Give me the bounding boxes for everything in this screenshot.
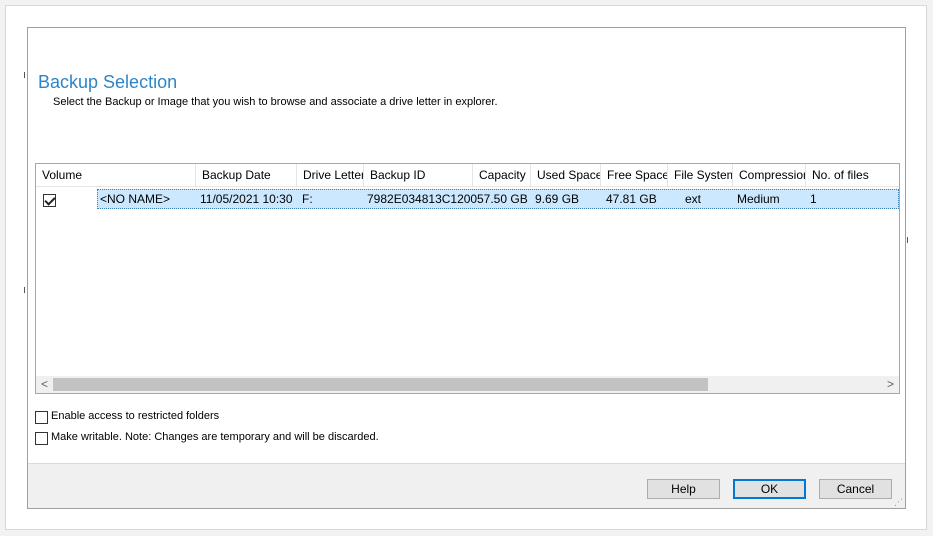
restricted-folders-checkbox[interactable] [35,411,48,424]
cell-backup-id: 7982E034813C1200 [367,192,478,206]
edge-tick-left [24,72,25,78]
column-header-capacity[interactable]: Capacity [473,164,531,186]
ok-button[interactable]: OK [733,479,806,499]
scroll-thumb[interactable] [53,378,708,391]
cell-volume-name[interactable]: <NO NAME> [100,189,170,209]
help-button[interactable]: Help [647,479,720,499]
make-writable-checkbox[interactable] [35,432,48,445]
backup-list[interactable]: Volume Backup Date Drive Letter Backup I… [35,163,900,394]
cancel-button[interactable]: Cancel [819,479,892,499]
dialog-footer: Help OK Cancel ⋰ [28,463,905,508]
restricted-folders-label[interactable]: Enable access to restricted folders [51,410,219,422]
cell-backup-date: 11/05/2021 10:30 [200,192,293,206]
column-header-backup-date[interactable]: Backup Date [196,164,297,186]
cell-no-of-files: 1 [810,192,817,206]
dialog-subtitle: Select the Backup or Image that you wish… [53,96,498,108]
edge-tick-left-lower [24,287,25,293]
cell-file-system: ext [685,192,702,206]
cell-compression: Medium [737,192,780,206]
column-header-compression[interactable]: Compression [733,164,806,186]
resize-grip-icon[interactable]: ⋰ [894,497,904,507]
cell-used-space: 9.69 GB [535,192,580,206]
column-header-backup-id[interactable]: Backup ID [364,164,473,186]
dialog-title: Backup Selection [38,72,178,92]
column-header-volume[interactable]: Volume [36,164,196,186]
make-writable-label[interactable]: Make writable. Note: Changes are tempora… [51,431,379,443]
column-header-drive-letter[interactable]: Drive Letter [297,164,364,186]
column-header-free-space[interactable]: Free Space [601,164,668,186]
column-header-no-of-files[interactable]: No. of files [806,164,899,186]
column-header-file-system[interactable]: File System [668,164,733,186]
column-header-used-space[interactable]: Used Space [531,164,601,186]
horizontal-scrollbar[interactable]: < > [36,376,899,393]
edge-tick-right [907,237,908,243]
scroll-right-icon[interactable]: > [882,376,899,393]
cell-capacity: 57.50 GB [477,192,528,206]
cell-drive-letter: F: [302,192,313,206]
cell-free-space: 47.81 GB [606,192,657,206]
scroll-left-icon[interactable]: < [36,376,53,393]
backup-selection-dialog: Backup Selection Select the Backup or Im… [27,27,906,509]
list-header: Volume Backup Date Drive Letter Backup I… [36,164,899,187]
volume-checkbox[interactable] [43,194,56,207]
